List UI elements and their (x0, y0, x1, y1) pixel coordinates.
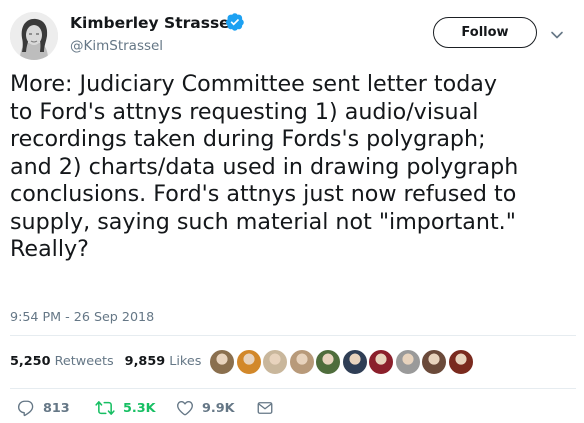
heart-icon (176, 399, 194, 417)
follow-button[interactable]: Follow (433, 17, 537, 48)
divider (10, 335, 576, 336)
liker-avatar-9[interactable] (421, 349, 447, 375)
reply-button[interactable]: 813 (17, 398, 70, 418)
chevron-down-icon[interactable] (550, 27, 564, 41)
verified-badge-icon (225, 12, 245, 32)
like-count: 9.9K (202, 400, 235, 416)
tweet-stats: 5,250 Retweets 9,859 Likes (10, 354, 201, 369)
retweet-count: 5.3K (123, 400, 156, 416)
tweet-card: Kimberley Strassel @KimStrassel Follow M… (0, 0, 584, 423)
direct-message-button[interactable] (256, 398, 274, 418)
likes-stat[interactable]: 9,859 Likes (125, 354, 202, 369)
liker-avatar-2[interactable] (235, 349, 262, 375)
likes-stat-label: Likes (169, 354, 202, 369)
like-button[interactable]: 9.9K (176, 398, 235, 418)
retweets-stat-label: Retweets (54, 354, 114, 369)
author-handle[interactable]: @KimStrassel (70, 38, 163, 54)
divider (10, 388, 576, 389)
reply-count: 813 (43, 400, 70, 416)
author-display-name[interactable]: Kimberley Strassel (70, 14, 235, 32)
reply-icon (17, 399, 35, 417)
liker-avatar-8[interactable] (394, 349, 421, 375)
retweet-icon (95, 399, 115, 417)
liker-avatar-7[interactable] (368, 349, 394, 375)
liker-avatar-10[interactable] (447, 349, 474, 375)
author-avatar-image (10, 12, 58, 60)
liker-avatar-3[interactable] (262, 349, 288, 375)
likes-stat-count: 9,859 (124, 354, 166, 369)
liker-avatar-4[interactable] (288, 349, 315, 375)
retweet-button[interactable]: 5.3K (95, 398, 156, 418)
retweets-stat-count: 5,250 (10, 354, 51, 369)
liker-avatar-5[interactable] (315, 349, 341, 375)
envelope-icon (256, 399, 274, 417)
liker-avatar-1[interactable] (209, 349, 235, 375)
retweets-stat[interactable]: 5,250 Retweets (10, 354, 114, 369)
tweet-timestamp[interactable]: 9:54 PM - 26 Sep 2018 (10, 309, 154, 324)
author-avatar[interactable] (10, 12, 58, 60)
liker-avatar-6[interactable] (341, 349, 368, 375)
tweet-text: More: Judiciary Committee sent letter to… (10, 71, 519, 262)
